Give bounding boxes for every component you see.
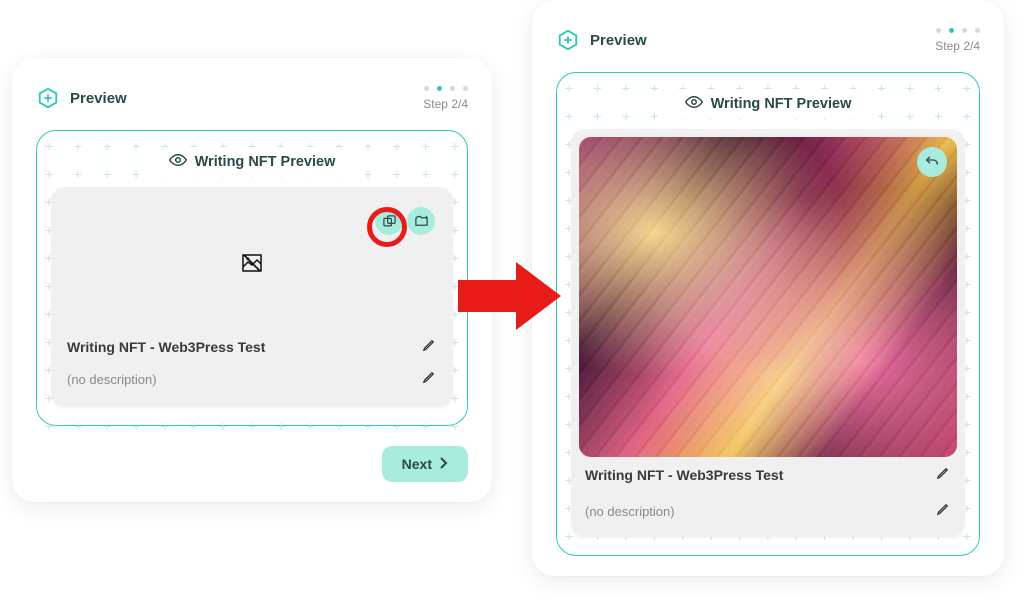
panel-header: Preview Step 2/4 — [36, 80, 468, 116]
step-label: Step 2/4 — [423, 97, 468, 111]
step-label: Step 2/4 — [935, 39, 980, 53]
stepper: Step 2/4 — [935, 28, 980, 53]
preview-inner-title: Writing NFT Preview — [675, 89, 862, 119]
eye-icon — [169, 151, 187, 173]
edit-title-button[interactable] — [936, 465, 951, 485]
nft-title: Writing NFT - Web3Press Test — [585, 467, 783, 483]
next-button[interactable]: Next — [382, 446, 468, 482]
nft-image-area — [65, 201, 439, 331]
preview-panel-after: Preview Step 2/4 +++++++++++++++ +++++++… — [532, 0, 1004, 576]
preview-inner-title: Writing NFT Preview — [159, 147, 346, 177]
step-dots — [936, 28, 980, 33]
nft-card: Writing NFT - Web3Press Test (no descrip… — [51, 187, 453, 407]
nft-description: (no description) — [585, 504, 675, 519]
plus-hex-icon — [556, 28, 580, 52]
edit-title-button[interactable] — [422, 337, 437, 357]
undo-image-button[interactable] — [917, 147, 947, 177]
edit-description-button[interactable] — [422, 369, 437, 389]
nft-card: Writing NFT - Web3Press Test (no descrip… — [571, 129, 965, 537]
step-dot-1[interactable] — [936, 28, 941, 33]
step-dots — [424, 86, 468, 91]
plus-hex-icon — [36, 86, 60, 110]
eye-icon — [685, 93, 703, 115]
nft-generated-image — [579, 137, 957, 457]
next-button-label: Next — [402, 456, 432, 472]
edit-description-button[interactable] — [936, 501, 951, 521]
transition-arrow-icon — [458, 260, 563, 332]
step-dot-2[interactable] — [949, 28, 954, 33]
inner-title-text: Writing NFT Preview — [195, 154, 336, 170]
nft-description: (no description) — [67, 372, 157, 387]
chevron-right-icon — [440, 456, 448, 472]
panel-title: Preview — [70, 90, 127, 107]
step-dot-3[interactable] — [962, 28, 967, 33]
step-dot-2[interactable] — [437, 86, 442, 91]
broken-image-icon — [240, 251, 264, 281]
generate-image-button[interactable] — [375, 207, 403, 235]
step-dot-1[interactable] — [424, 86, 429, 91]
upload-image-button[interactable] — [407, 207, 435, 235]
step-dot-4[interactable] — [975, 28, 980, 33]
panel-title: Preview — [590, 32, 647, 49]
preview-frame: +++++++++++++++ +++++++++++++++ ++++++++… — [36, 130, 468, 426]
stepper: Step 2/4 — [423, 86, 468, 111]
preview-panel-before: Preview Step 2/4 +++++++++++++++ +++++++… — [12, 58, 492, 502]
panel-header: Preview Step 2/4 — [556, 22, 980, 58]
nft-title: Writing NFT - Web3Press Test — [67, 339, 265, 355]
step-dot-3[interactable] — [450, 86, 455, 91]
step-dot-4[interactable] — [463, 86, 468, 91]
preview-frame: +++++++++++++++ +++++++++++++++ ++++++++… — [556, 72, 980, 556]
inner-title-text: Writing NFT Preview — [711, 96, 852, 112]
